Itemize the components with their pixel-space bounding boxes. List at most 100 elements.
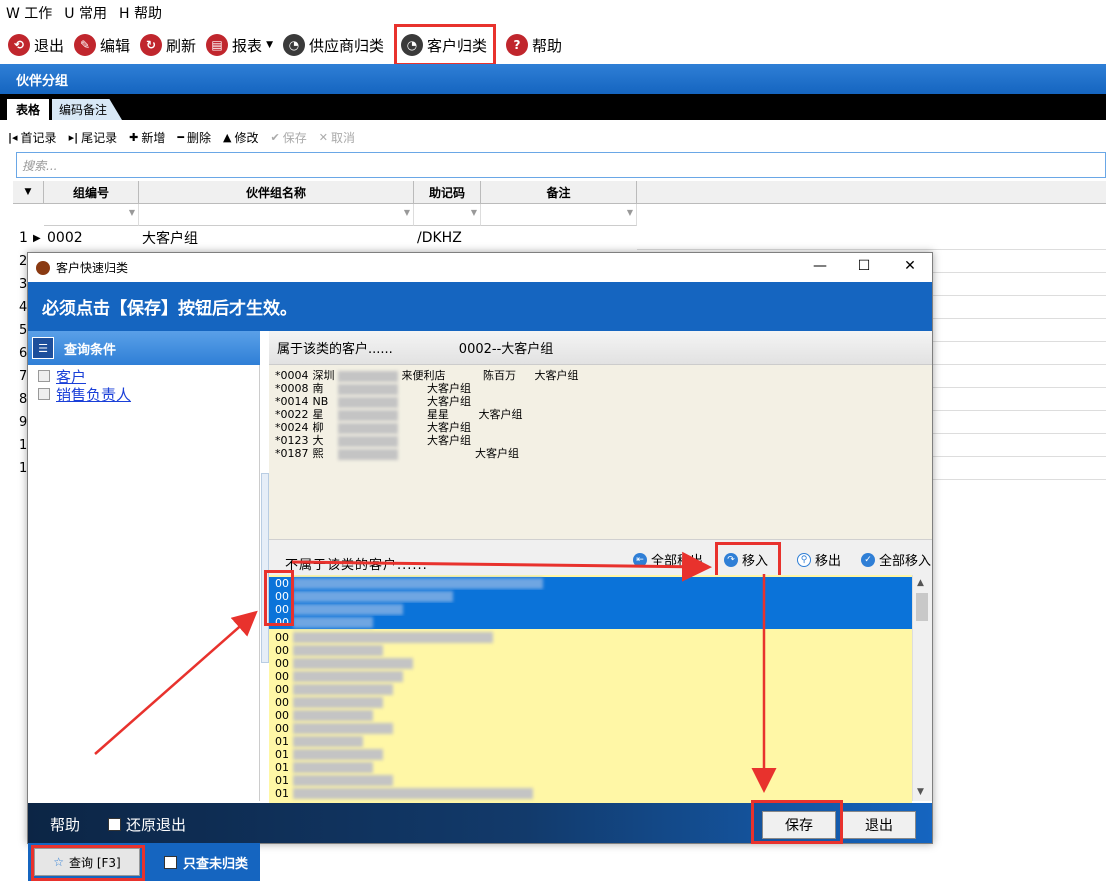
dialog-help-link[interactable]: 帮助 (50, 814, 80, 835)
list-item[interactable]: 00 (269, 644, 912, 657)
list-item[interactable]: 01 (269, 774, 912, 787)
item-code: 01 (275, 748, 289, 761)
list-item[interactable]: 00 (269, 709, 912, 722)
list-item[interactable]: 00 (269, 670, 912, 683)
add-button[interactable]: ✚ 新增 (129, 129, 165, 146)
list-item[interactable]: *0004 深圳 来便利店 陈百万 大客户组 (275, 369, 579, 382)
checkbox[interactable] (38, 388, 50, 400)
exit-label: 退出 (34, 36, 65, 55)
list-item[interactable]: *0187 熙 大客户组 (275, 447, 519, 460)
checkbox[interactable] (164, 856, 177, 869)
redacted-text (338, 409, 398, 421)
edit-button[interactable]: ✎ 编辑 (74, 30, 130, 60)
refresh-button[interactable]: ↻ 刷新 (140, 30, 196, 60)
query-pane: ☰ 查询条件 客户 销售负责人 ☆ 查询 [F3] 只查未归类 (28, 331, 260, 881)
move-all-out-label: 全部移出 (651, 554, 704, 569)
tab-bar: 表格 编码备注 (0, 94, 1106, 120)
only-unclassified-toggle[interactable]: 只查未归类 (164, 853, 248, 872)
modify-button[interactable]: ▲ 修改 (223, 129, 258, 146)
list-item[interactable]: 00 (269, 683, 912, 696)
col-header-mnemonic[interactable]: 助记码 (414, 181, 481, 204)
first-icon: |◂ (8, 130, 18, 144)
list-item[interactable]: 00 (269, 631, 912, 644)
menu-common[interactable]: U 常用 (64, 3, 107, 23)
menu-help[interactable]: H 帮助 (119, 3, 162, 23)
list-item[interactable]: *0123 大 大客户组 (275, 434, 471, 447)
list-item[interactable]: 00 (269, 577, 912, 590)
list-item[interactable]: 01 (269, 761, 912, 774)
report-button[interactable]: ▤ 报表 ▼ (206, 30, 273, 60)
save-record-button[interactable]: ✔ 保存 (270, 129, 306, 146)
search-input[interactable]: 搜索... (16, 152, 1106, 178)
move-all-out-button[interactable]: ⇤ 全部移出 (633, 550, 703, 569)
move-out-button[interactable]: ⚲ 移出 (797, 550, 841, 569)
grid-corner-dropdown[interactable]: ▼ (13, 181, 44, 204)
save-notice-banner: 必须点击【保存】按钮后才生效。 (28, 282, 932, 331)
minimize-icon[interactable]: — (810, 258, 830, 276)
edit-icon: ✎ (74, 34, 97, 56)
filter-group-code[interactable]: ▼ (44, 204, 139, 226)
condition-sales-owner-link[interactable]: 销售负责人 (56, 384, 131, 405)
item-code: 00 (275, 644, 289, 657)
edit-label: 编辑 (100, 36, 131, 55)
chevron-down-icon[interactable]: ▼ (917, 787, 924, 797)
redacted-text (293, 578, 543, 589)
condition-sales-owner[interactable]: 销售负责人 (38, 384, 131, 405)
list-item[interactable]: 01 (269, 735, 912, 748)
list-item[interactable]: 01 (269, 787, 912, 800)
tab-code-notes[interactable]: 编码备注 (52, 99, 122, 120)
customer-classify-button[interactable]: ◔ 客户归类 (394, 24, 497, 66)
chevron-up-icon[interactable]: ▲ (917, 578, 924, 588)
filter-mnemonic[interactable]: ▼ (414, 204, 481, 226)
list-item[interactable]: 00 (269, 590, 912, 603)
not-belong-list[interactable]: 00 00 00 00 00 00 00 00 00 00 00 00 01 0… (269, 575, 912, 803)
condition-customer[interactable]: 客户 (38, 367, 86, 386)
last-record-button[interactable]: ▸| 尾记录 (69, 129, 118, 146)
pane-splitter[interactable] (261, 473, 269, 663)
supplier-classify-button[interactable]: ◔ 供应商归类 (282, 30, 384, 60)
maximize-icon[interactable]: ☐ (854, 258, 874, 276)
help-label: 帮助 (532, 36, 563, 55)
filter-note[interactable]: ▼ (481, 204, 637, 226)
cell-group-name[interactable]: 大客户组 (142, 226, 198, 250)
col-header-group-code[interactable]: 组编号 (44, 181, 139, 204)
list-item[interactable]: 01 (269, 748, 912, 761)
modify-label: 修改 (234, 130, 259, 145)
query-conditions-title: 查询条件 (64, 342, 117, 358)
help-button[interactable]: ? 帮助 (506, 30, 562, 60)
item-code: 01 (275, 787, 289, 800)
list-scrollbar[interactable]: ▲ ▼ (912, 575, 932, 801)
list-item[interactable]: *0014 NB 大客户组 (275, 395, 471, 408)
tab-table[interactable]: 表格 (7, 99, 49, 120)
cancel-record-button[interactable]: ✕ 取消 (319, 129, 355, 146)
item-code: 00 (275, 631, 289, 644)
restore-exit-toggle[interactable]: 还原退出 (108, 814, 186, 835)
customer-classify-label: 客户归类 (427, 36, 488, 55)
list-item[interactable]: 00 (269, 603, 912, 616)
list-item[interactable]: *0022 星 星星 大客户组 (275, 408, 523, 421)
col-header-group-name[interactable]: 伙伴组名称 (139, 181, 414, 204)
list-item[interactable]: 00 (269, 616, 912, 629)
col-header-note[interactable]: 备注 (481, 181, 637, 204)
row-number: 1 (19, 230, 28, 246)
cell-group-code[interactable]: 0002 (47, 226, 83, 250)
list-item[interactable]: 00 (269, 657, 912, 670)
delete-button[interactable]: ━ 删除 (177, 129, 211, 146)
list-item[interactable]: 00 (269, 722, 912, 735)
close-icon[interactable]: ✕ (900, 258, 920, 276)
checkbox[interactable] (108, 818, 121, 831)
menu-work[interactable]: W 工作 (6, 3, 52, 23)
redacted-text (338, 396, 398, 408)
exit-button[interactable]: ⟲ 退出 (8, 30, 64, 60)
cell-mnemonic[interactable]: /DKHZ (417, 226, 462, 250)
exit-dialog-button[interactable]: 退出 (842, 811, 916, 839)
checkbox[interactable] (38, 370, 50, 382)
move-all-in-button[interactable]: ✓ 全部移入 (861, 550, 931, 569)
list-item[interactable]: 00 (269, 696, 912, 709)
list-item[interactable]: *0008 南 大客户组 (275, 382, 471, 395)
list-item[interactable]: *0024 柳 大客户组 (275, 421, 471, 434)
belong-list[interactable]: *0004 深圳 来便利店 陈百万 大客户组 *0008 南 大客户组 *001… (269, 365, 932, 539)
scrollbar-thumb[interactable] (916, 593, 928, 621)
filter-group-name[interactable]: ▼ (139, 204, 414, 226)
first-record-button[interactable]: |◂ 首记录 (8, 129, 57, 146)
